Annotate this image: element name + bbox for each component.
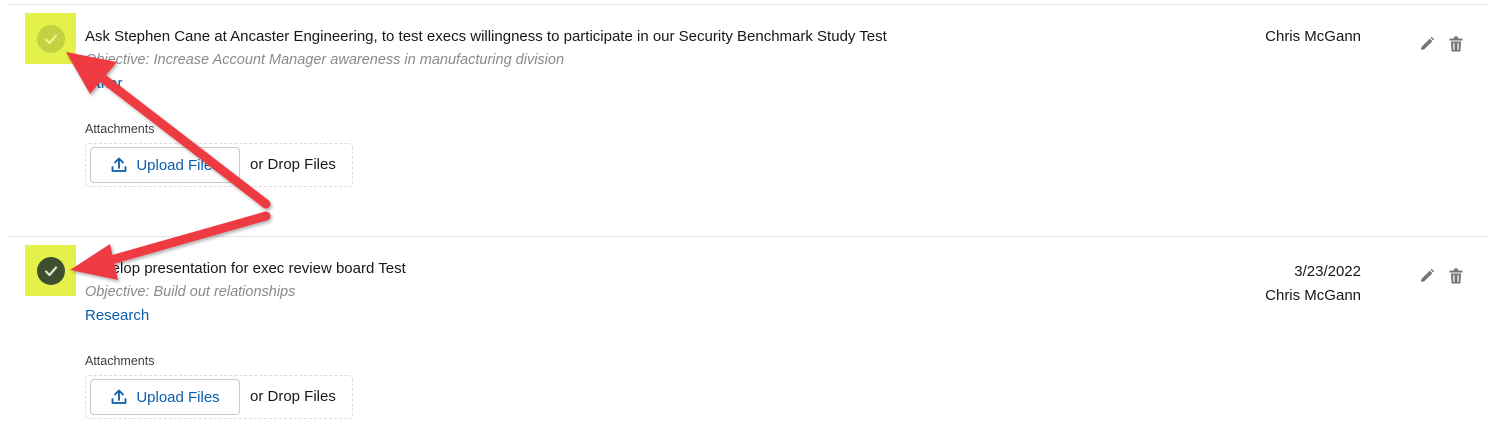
trash-icon xyxy=(1449,36,1463,52)
upload-files-label: Upload Files xyxy=(136,388,220,406)
task-meta: 3/23/2022 Chris McGann xyxy=(1265,260,1361,308)
mark-incomplete-button[interactable] xyxy=(37,257,65,285)
task-assignee: Chris McGann xyxy=(1265,28,1361,45)
edit-button[interactable] xyxy=(1419,36,1435,52)
divider xyxy=(8,4,1488,5)
upload-icon xyxy=(111,157,127,172)
drop-files-text: or Drop Files xyxy=(250,388,336,405)
upload-files-button[interactable]: Upload Files xyxy=(90,147,240,183)
pencil-icon xyxy=(1421,36,1435,50)
task-actions xyxy=(1419,268,1463,284)
delete-button[interactable] xyxy=(1449,268,1463,284)
task-list: Ask Stephen Cane at Ancaster Engineering… xyxy=(0,0,1488,442)
attachments-label: Attachments xyxy=(85,354,155,368)
upload-files-button[interactable]: Upload Files xyxy=(90,379,240,415)
file-dropzone[interactable]: Upload Files or Drop Files xyxy=(85,375,353,419)
upload-files-label: Upload Files xyxy=(136,156,220,174)
attachments-label: Attachments xyxy=(85,122,155,136)
trash-icon xyxy=(1449,268,1463,284)
delete-button[interactable] xyxy=(1449,36,1463,52)
task-actions xyxy=(1419,36,1463,52)
checkbox-highlight xyxy=(25,245,76,296)
file-dropzone[interactable]: Upload Files or Drop Files xyxy=(85,143,353,187)
check-icon xyxy=(44,266,58,277)
task-type-link[interactable]: Research xyxy=(85,307,149,324)
task-type-link[interactable]: Other xyxy=(85,75,123,92)
mark-complete-button[interactable] xyxy=(37,25,65,53)
task-meta: Chris McGann xyxy=(1265,28,1361,45)
upload-icon xyxy=(111,389,127,404)
check-icon xyxy=(44,34,58,45)
task-assignee: Chris McGann xyxy=(1265,287,1361,304)
task-subject[interactable]: Develop presentation for exec review boa… xyxy=(85,260,406,277)
task-objective: Objective: Build out relationships xyxy=(85,284,296,300)
pencil-icon xyxy=(1421,268,1435,282)
task-objective: Objective: Increase Account Manager awar… xyxy=(85,52,565,68)
drop-files-text: or Drop Files xyxy=(250,156,336,173)
task-date: 3/23/2022 xyxy=(1294,263,1361,280)
checkbox-highlight xyxy=(25,13,76,64)
task-subject[interactable]: Ask Stephen Cane at Ancaster Engineering… xyxy=(85,28,887,45)
edit-button[interactable] xyxy=(1419,268,1435,284)
divider xyxy=(8,236,1488,237)
